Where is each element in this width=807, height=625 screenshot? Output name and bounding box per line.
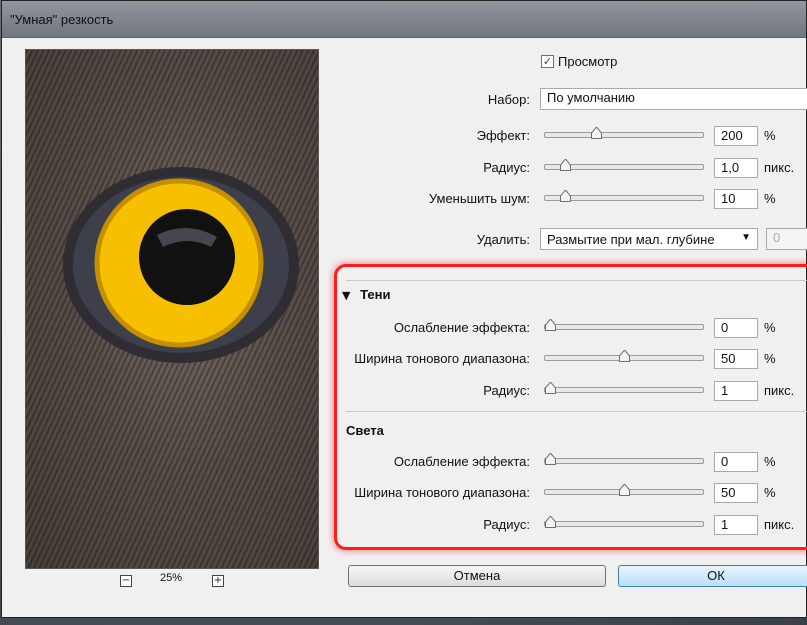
noise-input[interactable]: 10 bbox=[714, 189, 758, 209]
remove-select[interactable]: Размытие при мал. глубине ▼ bbox=[540, 228, 758, 250]
noise-label: Уменьшить шум: bbox=[428, 191, 530, 206]
highlights-radius-unit: пикс. bbox=[764, 517, 795, 532]
cancel-button[interactable]: Отмена bbox=[348, 565, 606, 587]
divider bbox=[346, 280, 807, 281]
dialog-body: − 25% + ✓ Просмотр Набор: По умолчанию Э… bbox=[8, 39, 807, 611]
highlights-tonal-unit: % bbox=[764, 485, 776, 500]
highlights-fade-unit: % bbox=[764, 454, 776, 469]
shadows-fade-unit: % bbox=[764, 320, 776, 335]
highlight-box bbox=[334, 264, 807, 550]
preset-label: Набор: bbox=[487, 92, 530, 107]
zoom-in-button[interactable]: + bbox=[212, 575, 224, 587]
shadows-tonal-input[interactable]: 50 bbox=[714, 349, 758, 369]
preview-label: Просмотр bbox=[558, 54, 618, 69]
owl-eye-image bbox=[63, 167, 299, 363]
radius-input[interactable]: 1,0 bbox=[714, 158, 758, 178]
shadows-fade-label: Ослабление эффекта: bbox=[393, 320, 530, 335]
highlights-radius-label: Радиус: bbox=[483, 517, 530, 532]
zoom-level: 25% bbox=[160, 572, 183, 584]
angle-input[interactable]: 0 bbox=[766, 228, 807, 250]
shadows-radius-label: Радиус: bbox=[483, 383, 530, 398]
highlights-title: Света bbox=[346, 423, 384, 438]
shadows-title: Тени bbox=[360, 287, 391, 302]
radius-unit: пикс. bbox=[764, 160, 795, 175]
noise-slider[interactable] bbox=[544, 190, 704, 202]
shadows-radius-slider[interactable] bbox=[544, 382, 704, 394]
remove-label: Удалить: bbox=[476, 232, 530, 247]
effect-label: Эффект: bbox=[476, 128, 530, 143]
highlights-fade-slider[interactable] bbox=[544, 453, 704, 465]
shadows-radius-input[interactable]: 1 bbox=[714, 381, 758, 401]
preview-image[interactable] bbox=[25, 49, 319, 569]
shadows-tonal-unit: % bbox=[764, 351, 776, 366]
chevron-down-icon: ▼ bbox=[741, 232, 751, 243]
zoom-out-button[interactable]: − bbox=[120, 575, 132, 587]
divider bbox=[346, 411, 807, 412]
shadows-fade-input[interactable]: 0 bbox=[714, 318, 758, 338]
radius-slider[interactable] bbox=[544, 159, 704, 171]
highlights-tonal-label: Ширина тонового диапазона: bbox=[354, 485, 530, 500]
ok-button[interactable]: ОК bbox=[618, 565, 807, 587]
triangle-down-icon: ▼ bbox=[342, 289, 351, 302]
shadows-tonal-label: Ширина тонового диапазона: bbox=[354, 351, 530, 366]
highlights-tonal-slider[interactable] bbox=[544, 484, 704, 496]
highlights-radius-slider[interactable] bbox=[544, 516, 704, 528]
effect-slider[interactable] bbox=[544, 127, 704, 139]
shadows-radius-unit: пикс. bbox=[764, 383, 795, 398]
shadows-toggle[interactable]: ▼ Тени bbox=[342, 287, 390, 302]
radius-label: Радиус: bbox=[483, 160, 530, 175]
preview-checkbox[interactable]: ✓ bbox=[541, 55, 554, 68]
shadows-tonal-slider[interactable] bbox=[544, 350, 704, 362]
smart-sharpen-dialog: "Умная" резкость − 25% + ✓ Просмотр Набо… bbox=[1, 0, 807, 618]
remove-select-value: Размытие при мал. глубине bbox=[547, 232, 715, 247]
highlights-radius-input[interactable]: 1 bbox=[714, 515, 758, 535]
highlights-fade-label: Ослабление эффекта: bbox=[393, 454, 530, 469]
highlights-tonal-input[interactable]: 50 bbox=[714, 483, 758, 503]
noise-unit: % bbox=[764, 191, 776, 206]
preset-field[interactable]: По умолчанию bbox=[540, 88, 807, 110]
title-bar[interactable]: "Умная" резкость bbox=[2, 1, 806, 38]
window-title: "Умная" резкость bbox=[10, 12, 114, 27]
effect-input[interactable]: 200 bbox=[714, 126, 758, 146]
shadows-fade-slider[interactable] bbox=[544, 319, 704, 331]
highlights-fade-input[interactable]: 0 bbox=[714, 452, 758, 472]
effect-unit: % bbox=[764, 128, 776, 143]
